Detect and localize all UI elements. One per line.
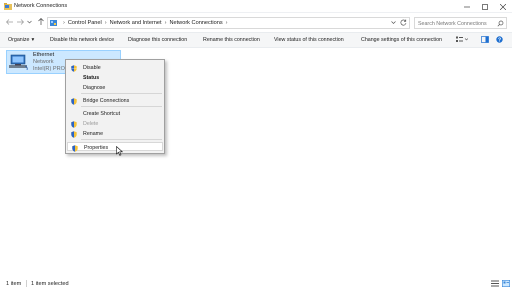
breadcrumb: › Control Panel › Network and Internet ›… — [60, 20, 231, 26]
address-bar-row: › Control Panel › Network and Internet ›… — [0, 14, 512, 31]
connection-name: Ethernet — [33, 52, 55, 58]
forward-button[interactable] — [16, 18, 25, 27]
status-divider — [26, 280, 27, 287]
diagnose-connection-button[interactable]: Diagnose this connection — [128, 37, 187, 43]
tiles-view-icon[interactable] — [502, 280, 511, 288]
menu-item-diagnose[interactable]: Diagnose — [67, 83, 163, 92]
chevron-right-icon: › — [164, 20, 167, 26]
search-input[interactable]: Search Network Connections — [414, 17, 507, 29]
menu-separator — [81, 106, 162, 107]
close-button[interactable] — [494, 0, 512, 13]
refresh-icon[interactable] — [400, 19, 407, 28]
command-bar: Organize ▾ Disable this network device Di… — [0, 32, 512, 48]
status-bar: 1 item 1 item selected — [0, 278, 512, 289]
forward-arrow-icon — [17, 18, 24, 27]
uac-shield-icon — [71, 130, 77, 140]
menu-label: Rename — [83, 130, 104, 137]
breadcrumb-control-panel[interactable]: Control Panel — [68, 20, 102, 26]
address-input[interactable]: › Control Panel › Network and Internet ›… — [47, 17, 410, 29]
mouse-cursor-icon — [116, 145, 124, 158]
search-icon[interactable] — [497, 20, 504, 29]
preview-pane-icon — [481, 36, 489, 45]
menu-separator — [81, 93, 162, 94]
menu-item-disable[interactable]: Disable — [67, 63, 163, 72]
connection-network: Network — [33, 59, 54, 65]
network-folder-icon — [4, 3, 12, 12]
menu-label: Bridge Connections — [83, 97, 130, 104]
context-menu: Disable Status Diagnose Bridge Connectio… — [65, 59, 165, 154]
chevron-right-icon: › — [63, 20, 65, 26]
menu-separator — [81, 139, 162, 140]
chevron-right-icon: › — [225, 20, 228, 26]
search-placeholder: Search Network Connections — [418, 20, 487, 27]
breadcrumb-network-connections[interactable]: Network Connections — [169, 20, 222, 26]
menu-item-properties[interactable]: Properties — [67, 142, 163, 154]
up-button[interactable] — [36, 18, 45, 27]
window-title: Network Connections — [14, 3, 68, 9]
svg-text:?: ? — [498, 38, 501, 43]
change-settings-button[interactable]: Change settings of this connection — [361, 37, 442, 43]
ethernet-adapter-icon — [9, 54, 29, 72]
back-button[interactable] — [5, 18, 14, 27]
menu-label: Delete — [83, 120, 99, 127]
address-dropdown-icon[interactable] — [391, 20, 396, 27]
up-arrow-icon — [37, 18, 44, 27]
connection-adapter: Intel(R) PRO/ — [33, 66, 67, 72]
disable-device-button[interactable]: Disable this network device — [50, 37, 114, 43]
menu-label: Properties — [84, 144, 109, 151]
chevron-right-icon: › — [104, 20, 107, 26]
menu-item-bridge-connections[interactable]: Bridge Connections — [67, 96, 163, 105]
back-arrow-icon — [6, 18, 13, 27]
minimize-button[interactable] — [458, 0, 476, 13]
menu-item-delete: Delete — [67, 119, 163, 128]
chevron-down-icon — [26, 20, 32, 26]
organize-label: Organize — [8, 37, 30, 43]
menu-label: Disable — [83, 64, 101, 71]
breadcrumb-network-and-internet[interactable]: Network and Internet — [110, 20, 162, 26]
preview-pane-button[interactable] — [481, 36, 489, 45]
details-view-icon[interactable] — [491, 280, 499, 287]
help-icon: ? — [496, 36, 503, 45]
uac-shield-icon — [72, 144, 78, 154]
menu-item-create-shortcut[interactable]: Create Shortcut — [67, 109, 163, 118]
item-count: 1 item — [6, 280, 22, 287]
menu-label: Diagnose — [83, 84, 106, 91]
menu-item-status[interactable]: Status — [67, 73, 163, 82]
view-options-button[interactable] — [456, 36, 469, 45]
rename-connection-button[interactable]: Rename this connection — [203, 37, 260, 43]
menu-label: Status — [83, 74, 100, 81]
view-status-button[interactable]: View status of this connection — [274, 37, 344, 43]
organize-button[interactable]: Organize ▾ — [8, 37, 34, 43]
view-options-icon — [456, 36, 469, 45]
recent-locations-button[interactable] — [26, 18, 32, 27]
menu-label: Create Shortcut — [83, 110, 121, 117]
title-bar: Network Connections — [0, 0, 512, 13]
selection-count: 1 item selected — [31, 280, 69, 287]
control-panel-icon — [50, 19, 58, 29]
uac-shield-icon — [71, 97, 77, 107]
help-button[interactable]: ? — [496, 36, 503, 45]
chevron-down-icon: ▾ — [31, 37, 35, 43]
menu-item-rename[interactable]: Rename — [67, 129, 163, 138]
maximize-button[interactable] — [476, 0, 494, 13]
